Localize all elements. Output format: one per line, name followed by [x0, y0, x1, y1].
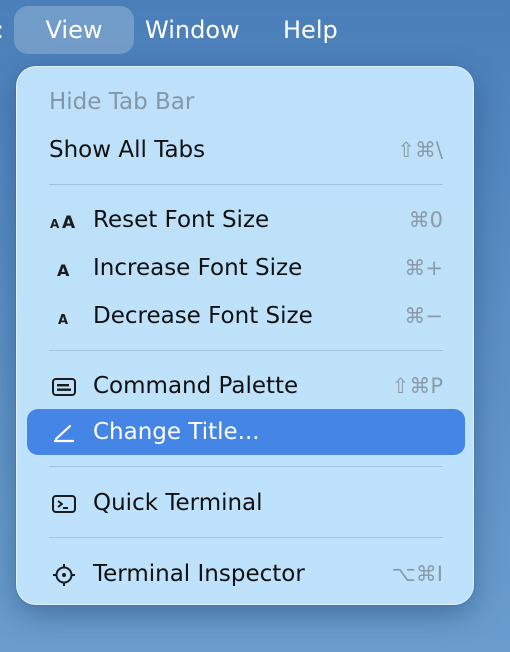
svg-text:A: A [58, 313, 68, 328]
menu-separator [49, 466, 443, 467]
svg-text:A: A [57, 261, 70, 280]
menu-item-label: Command Palette [93, 373, 299, 399]
increase-font-size-icon: A [49, 245, 79, 291]
crosshair-icon [49, 551, 79, 597]
menu-item-label: Change Title... [93, 419, 260, 445]
menu-item-label: Hide Tab Bar [49, 89, 195, 115]
menu-item-shortcut: ⇧⌘P [391, 374, 443, 398]
menu-item-label: Show All Tabs [49, 137, 206, 163]
menu-separator [49, 350, 443, 351]
menu-item-show-all-tabs[interactable]: Show All Tabs ⇧⌘\ [27, 127, 465, 173]
svg-text:A: A [62, 213, 76, 232]
menu-item-increase-font-size[interactable]: A Increase Font Size ⌘+ [27, 245, 465, 291]
menubar-item-help[interactable]: Help [283, 6, 338, 54]
pencil-icon [49, 409, 79, 455]
menu-item-shortcut: ⌘− [404, 304, 443, 328]
menubar-item-view[interactable]: View [14, 6, 134, 54]
menu-item-shortcut: ⇧⌘\ [397, 138, 443, 162]
svg-text:A: A [50, 217, 60, 231]
menu-item-hide-tab-bar: Hide Tab Bar [27, 79, 465, 125]
reset-font-size-icon: A A [49, 197, 79, 243]
menu-item-label: Increase Font Size [93, 255, 303, 281]
menu-item-label: Terminal Inspector [93, 561, 305, 587]
menu-item-label: Reset Font Size [93, 207, 270, 233]
menu-item-label: Decrease Font Size [93, 303, 313, 329]
terminal-icon [49, 480, 79, 526]
menu-item-label: Quick Terminal [93, 490, 263, 516]
menu-item-change-title[interactable]: Change Title... [27, 409, 465, 455]
view-menu-dropdown: Hide Tab Bar Show All Tabs ⇧⌘\ A A Reset… [16, 66, 474, 605]
menu-item-shortcut: ⌘+ [404, 256, 443, 280]
menu-item-decrease-font-size[interactable]: A Decrease Font Size ⌘− [27, 293, 465, 339]
menubar-item-edge[interactable]: : [0, 6, 6, 54]
menu-separator [49, 537, 443, 538]
decrease-font-size-icon: A [49, 293, 79, 339]
menu-item-shortcut: ⌘0 [408, 208, 443, 232]
command-palette-icon [49, 363, 79, 409]
menu-separator [49, 184, 443, 185]
menu-item-terminal-inspector[interactable]: Terminal Inspector ⌥⌘I [27, 551, 465, 597]
menu-item-quick-terminal[interactable]: Quick Terminal [27, 480, 465, 526]
menu-bar: : View Window Help [0, 0, 510, 60]
menu-item-command-palette[interactable]: Command Palette ⇧⌘P [27, 363, 465, 409]
menubar-item-window[interactable]: Window [145, 6, 240, 54]
menu-item-shortcut: ⌥⌘I [391, 562, 443, 586]
menu-item-reset-font-size[interactable]: A A Reset Font Size ⌘0 [27, 197, 465, 243]
